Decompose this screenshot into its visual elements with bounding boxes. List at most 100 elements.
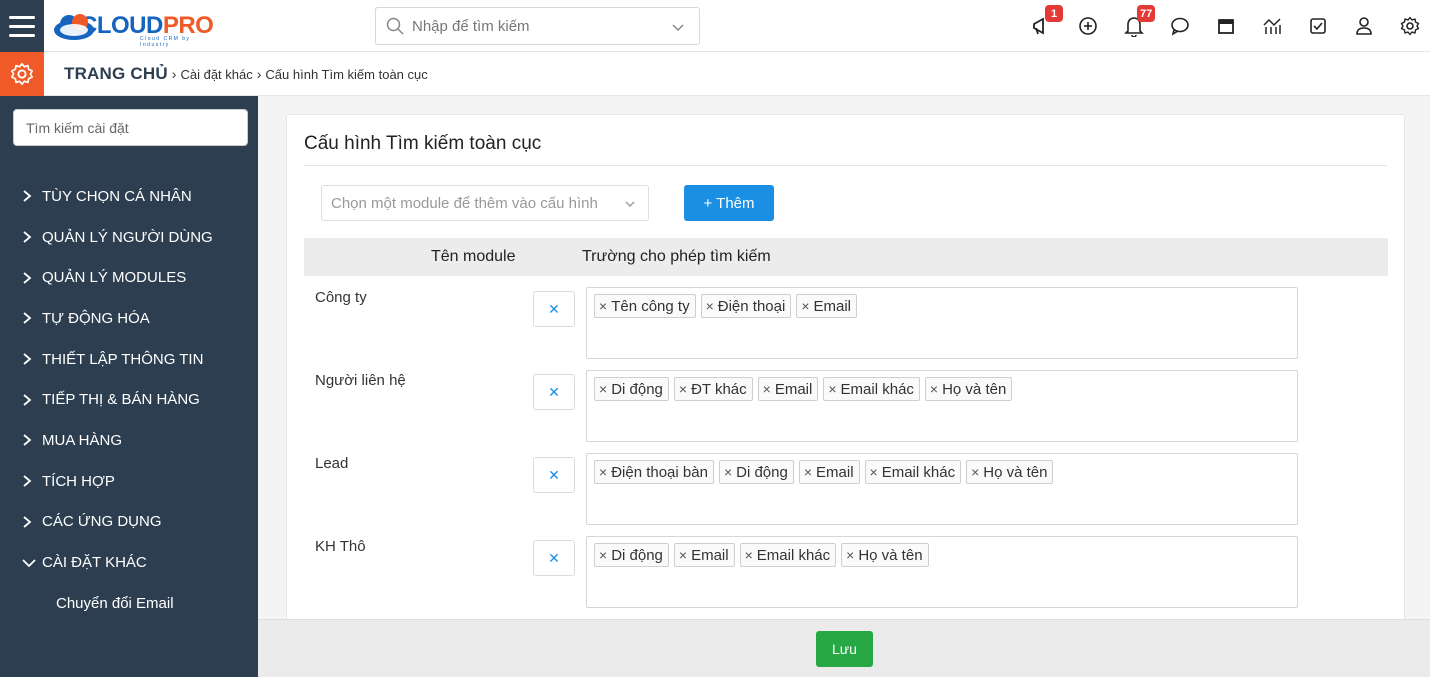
remove-module-button[interactable]: ✕	[533, 457, 575, 493]
sidebar-item-marketing-sales[interactable]: TIẾP THỊ & BÁN HÀNG	[0, 379, 258, 420]
breadcrumb-bar: TRANG CHỦ › Cài đặt khác › Cấu hình Tìm …	[0, 52, 1430, 96]
field-tag: × Họ và tên	[966, 460, 1054, 484]
field-tag: × Email	[757, 377, 819, 401]
divider	[304, 165, 1387, 166]
searchable-fields-input[interactable]: × Di động × ĐT khác × Email × Email khác × Họ…	[586, 370, 1298, 442]
field-tag-label: Di động	[611, 380, 663, 398]
column-header-module: Tên module	[431, 248, 516, 265]
remove-tag-icon[interactable]: ×	[599, 464, 607, 480]
settings-button[interactable]	[1392, 0, 1428, 52]
cloud-logo-icon	[54, 14, 94, 40]
chevron-right-icon	[22, 272, 36, 284]
sidebar-item-label: QUẢN LÝ MODULES	[42, 269, 187, 287]
field-tag-label: ĐT khác	[691, 380, 747, 398]
remove-tag-icon[interactable]: ×	[846, 547, 854, 563]
field-tag: × Họ và tên	[841, 543, 929, 567]
global-search[interactable]	[375, 7, 700, 45]
sidebar-item-module-management[interactable]: QUẢN LÝ MODULES	[0, 257, 258, 298]
chevron-right-icon	[22, 516, 36, 528]
remove-tag-icon[interactable]: ×	[801, 298, 809, 314]
sidebar-item-label: TÍCH HỢP	[42, 472, 115, 490]
logo[interactable]: CLOUDPRO Cloud CRM by Industry	[52, 6, 214, 48]
announcement-button[interactable]: 1	[1024, 0, 1063, 52]
remove-tag-icon[interactable]: ×	[971, 464, 979, 480]
notifications-badge: 77	[1137, 5, 1156, 22]
searchable-fields-input[interactable]: × Điện thoại bàn × Di động × Email × Email k…	[586, 453, 1298, 525]
remove-tag-icon[interactable]: ×	[679, 381, 687, 397]
remove-tag-icon[interactable]: ×	[706, 298, 714, 314]
sidebar-item-user-management[interactable]: QUẢN LÝ NGƯỜI DÙNG	[0, 217, 258, 258]
field-tag-label: Họ và tên	[942, 380, 1007, 398]
field-tag: × Email	[798, 460, 860, 484]
page-title: Cấu hình Tìm kiếm toàn cục	[304, 133, 542, 154]
hamburger-line	[9, 33, 35, 37]
settings-section-button[interactable]	[0, 52, 44, 96]
search-input[interactable]	[412, 17, 652, 35]
chevron-right-icon	[22, 475, 36, 487]
checkbox-icon	[1310, 18, 1326, 34]
top-toolbar: 1 77	[1014, 0, 1430, 52]
field-tag: × Di động	[594, 377, 669, 401]
field-tag: × Email khác	[823, 377, 920, 401]
remove-tag-icon[interactable]: ×	[745, 547, 753, 563]
field-tag-label: Email khác	[840, 380, 914, 398]
save-button[interactable]: Lưu	[816, 631, 873, 667]
add-module-button[interactable]: + Thêm	[684, 185, 774, 221]
breadcrumb-home[interactable]: TRANG CHỦ	[64, 64, 168, 84]
menu-toggle-button[interactable]	[0, 0, 44, 52]
chevron-right-icon: ›	[171, 66, 177, 82]
sidebar-item-other-settings[interactable]: CÀI ĐẶT KHÁC	[0, 542, 258, 583]
sidebar-item-info-setup[interactable]: THIẾT LẬP THÔNG TIN	[0, 339, 258, 380]
user-icon	[1356, 17, 1372, 35]
profile-button[interactable]	[1346, 0, 1382, 52]
remove-tag-icon[interactable]: ×	[828, 381, 836, 397]
hamburger-icon	[9, 15, 35, 19]
close-icon: ✕	[548, 466, 560, 483]
module-select[interactable]: Chọn một module để thêm vào cấu hình	[321, 185, 649, 221]
reports-button[interactable]	[1254, 0, 1290, 52]
field-tag-label: Email	[813, 297, 852, 315]
close-icon: ✕	[548, 383, 560, 400]
chevron-right-icon: ›	[256, 66, 262, 82]
close-icon: ✕	[548, 300, 560, 317]
settings-search-input[interactable]	[13, 109, 248, 146]
remove-tag-icon[interactable]: ×	[599, 381, 607, 397]
remove-tag-icon[interactable]: ×	[599, 298, 607, 314]
remove-tag-icon[interactable]: ×	[930, 381, 938, 397]
remove-module-button[interactable]: ✕	[533, 291, 575, 327]
tasks-button[interactable]	[1300, 0, 1336, 52]
remove-tag-icon[interactable]: ×	[679, 547, 687, 563]
chat-button[interactable]	[1162, 0, 1198, 52]
quick-create-button[interactable]	[1070, 0, 1106, 52]
sidebar-item-purchasing[interactable]: MUA HÀNG	[0, 420, 258, 461]
module-name: Lead	[315, 455, 349, 472]
sidebar-item-apps[interactable]: CÁC ỨNG DỤNG	[0, 502, 258, 543]
remove-tag-icon[interactable]: ×	[870, 464, 878, 480]
breadcrumb-item-current: Cấu hình Tìm kiếm toàn cục	[265, 66, 428, 82]
field-tag: × Email khác	[864, 460, 962, 484]
remove-tag-icon[interactable]: ×	[599, 547, 607, 563]
field-tag: × Email	[673, 543, 735, 567]
searchable-fields-input[interactable]: × Tên công ty × Điện thoại × Email	[586, 287, 1298, 359]
close-icon: ✕	[548, 549, 560, 566]
sidebar-item-integration[interactable]: TÍCH HỢP	[0, 461, 258, 502]
remove-tag-icon[interactable]: ×	[724, 464, 732, 480]
chevron-right-icon	[22, 231, 36, 243]
sidebar-item-personal-options[interactable]: TÙY CHỌN CÁ NHÂN	[0, 176, 258, 217]
remove-module-button[interactable]: ✕	[533, 540, 575, 576]
sidebar-subitem-email-conversion[interactable]: Chuyển đổi Email	[0, 589, 258, 619]
settings-menu: TÙY CHỌN CÁ NHÂN QUẢN LÝ NGƯỜI DÙNG QUẢN…	[0, 176, 258, 619]
announcement-badge: 1	[1045, 5, 1063, 22]
breadcrumb-item[interactable]: Cài đặt khác	[180, 67, 252, 82]
sidebar-item-label: TỰ ĐỘNG HÓA	[42, 309, 150, 327]
notifications-button[interactable]: 77	[1116, 0, 1156, 52]
searchable-fields-input[interactable]: × Di động × Email × Email khác × Họ và tên	[586, 536, 1298, 608]
chevron-down-icon[interactable]	[671, 20, 685, 34]
sidebar-item-label: THIẾT LẬP THÔNG TIN	[42, 350, 204, 368]
sidebar-item-automation[interactable]: TỰ ĐỘNG HÓA	[0, 298, 258, 339]
remove-tag-icon[interactable]: ×	[804, 464, 812, 480]
remove-tag-icon[interactable]: ×	[763, 381, 771, 397]
field-tag-label: Di động	[611, 546, 663, 564]
calendar-button[interactable]	[1208, 0, 1244, 52]
remove-module-button[interactable]: ✕	[533, 374, 575, 410]
